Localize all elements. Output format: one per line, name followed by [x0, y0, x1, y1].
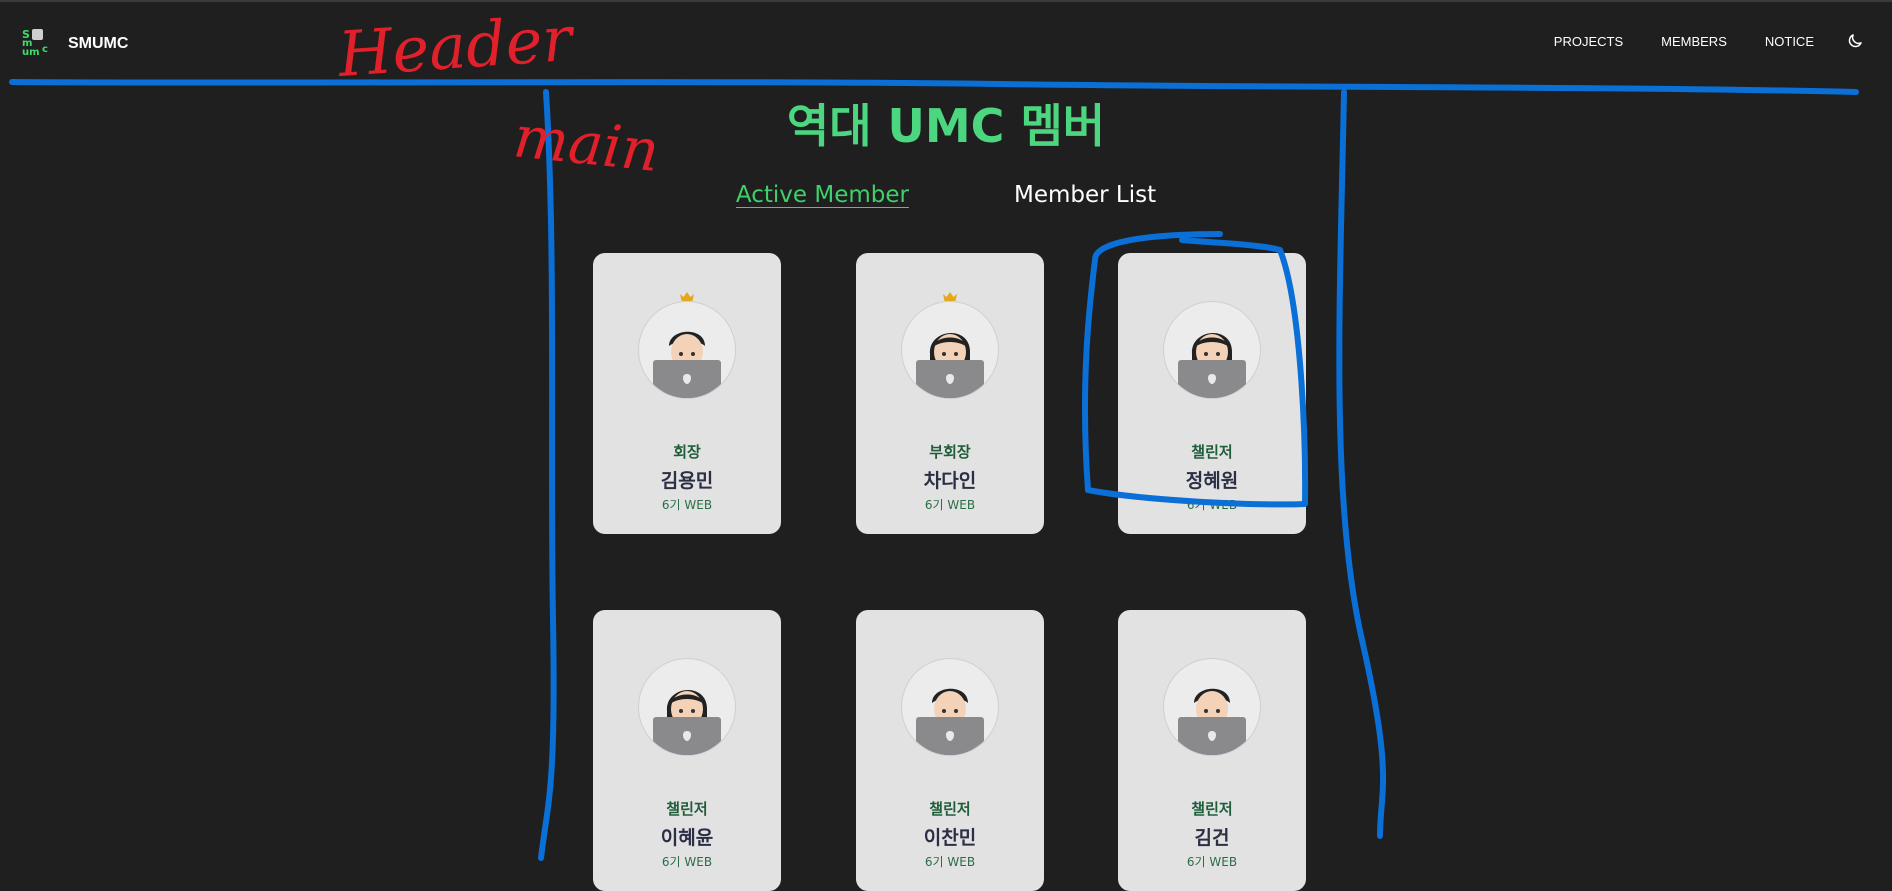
male-technologist-icon: [638, 301, 736, 399]
member-role: 챌린저: [1191, 800, 1233, 818]
member-name: 이찬민: [923, 827, 977, 849]
nav-projects[interactable]: PROJECTS: [1554, 34, 1623, 49]
member-generation: 6기 WEB: [661, 498, 713, 512]
member-generation: 6기 WEB: [924, 855, 976, 869]
member-generation: 6기 WEB: [661, 855, 713, 869]
member-card[interactable]: 챌린저정혜원 6기 WEB: [1118, 253, 1306, 534]
moon-icon[interactable]: [1846, 32, 1864, 50]
member-card[interactable]: 챌린저이혜윤 6기 WEB: [593, 610, 781, 891]
crown-icon: [680, 287, 694, 301]
member-role: 챌린저: [929, 800, 971, 818]
logo[interactable]: S m um c SMUMC: [22, 29, 128, 59]
member-card[interactable]: 챌린저김건 6기 WEB: [1118, 610, 1306, 891]
member-role: 챌린저: [1191, 443, 1233, 461]
member-name: 김용민: [660, 470, 714, 492]
nav-members[interactable]: MEMBERS: [1661, 34, 1727, 49]
member-tabs: Active Member Member List: [0, 182, 1892, 208]
male-technologist-icon: [901, 658, 999, 756]
page-title: 역대 UMC 멤버: [786, 99, 1106, 153]
brand-name: SMUMC: [68, 35, 129, 52]
member-generation: 6기 WEB: [1186, 855, 1238, 869]
site-header: S m um c SMUMC PROJECTS MEMBERS NOTICE: [0, 0, 1892, 84]
member-name: 정혜원: [1185, 470, 1239, 492]
crown-icon: [943, 287, 957, 301]
member-card[interactable]: 부회장차다인 6기 WEB: [856, 253, 1044, 534]
member-role: 회장: [673, 443, 701, 461]
member-name: 이혜윤: [660, 827, 714, 849]
main-nav: PROJECTS MEMBERS NOTICE: [1516, 32, 1864, 50]
member-generation: 6기 WEB: [924, 498, 976, 512]
member-role: 챌린저: [666, 800, 708, 818]
member-card[interactable]: 회장김용민 6기 WEB: [593, 253, 781, 534]
female-technologist-icon: [901, 301, 999, 399]
male-technologist-icon: [1163, 658, 1261, 756]
member-name: 차다인: [923, 470, 977, 492]
logo-icon: S m um c: [22, 28, 48, 58]
member-role: 부회장: [929, 443, 971, 461]
female-technologist-icon: [1163, 301, 1261, 399]
female-technologist-icon: [638, 658, 736, 756]
member-name: 김건: [1194, 827, 1230, 849]
member-generation: 6기 WEB: [1186, 498, 1238, 512]
tab-active-member[interactable]: Active Member: [736, 182, 909, 208]
member-card[interactable]: 챌린저이찬민 6기 WEB: [856, 610, 1044, 891]
tab-member-list[interactable]: Member List: [1014, 182, 1156, 208]
nav-notice[interactable]: NOTICE: [1765, 34, 1814, 49]
